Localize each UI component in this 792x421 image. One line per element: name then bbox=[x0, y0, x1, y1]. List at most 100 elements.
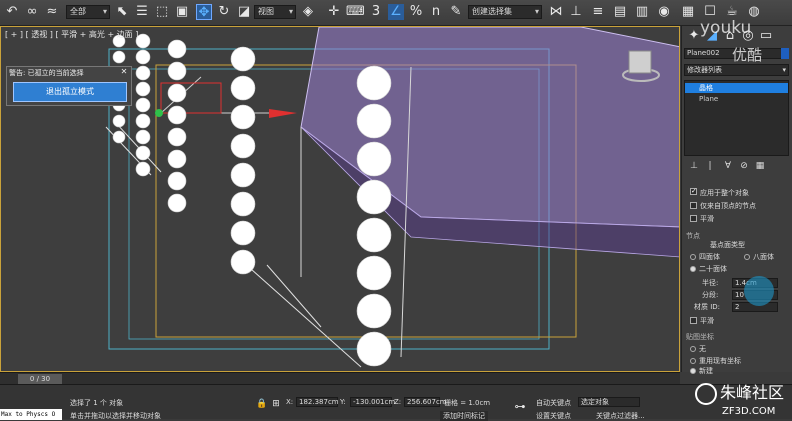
youku-watermark: youku bbox=[700, 18, 752, 38]
pin-stack-icon[interactable]: ⊥ bbox=[688, 161, 700, 173]
display-tab-icon[interactable]: ▭ bbox=[758, 28, 774, 44]
lattice-sphere bbox=[230, 162, 256, 188]
auto-key-button[interactable]: 自动关键点 bbox=[536, 398, 571, 408]
zhufeng-brand: 朱峰社区 bbox=[720, 383, 784, 402]
absolute-mode-icon[interactable]: ⊞ bbox=[270, 396, 282, 409]
schematic-view-icon[interactable]: ▥ bbox=[634, 4, 650, 20]
maxscript-listener[interactable]: Max to Physcs O bbox=[0, 409, 62, 420]
lattice-sphere bbox=[230, 75, 256, 101]
node-smooth-option[interactable]: 平滑 bbox=[690, 316, 714, 326]
rotate-icon[interactable]: ↻ bbox=[216, 4, 232, 20]
smooth-checkbox[interactable] bbox=[690, 215, 697, 222]
lattice-sphere bbox=[230, 249, 256, 275]
selection-filter-dropdown[interactable]: 全部 bbox=[66, 5, 110, 19]
spinner-snap-label: n bbox=[431, 4, 441, 19]
radius-label: 半径: bbox=[702, 279, 719, 287]
lattice-sphere bbox=[135, 49, 151, 65]
configure-sets-icon[interactable]: ▦ bbox=[754, 161, 766, 173]
map-none-option[interactable]: 无 bbox=[690, 344, 706, 354]
lattice-line bbox=[266, 264, 322, 328]
status-bar: 选择了 1 个 对象 单击并拖动以选择并移动对象 🔒 ⊞ X: 182.387c… bbox=[0, 384, 792, 421]
stack-item-lattice[interactable]: 晶格 bbox=[685, 83, 788, 93]
key-filters-button[interactable]: 关键点过滤器... bbox=[596, 411, 645, 421]
show-end-result-icon[interactable]: | bbox=[704, 161, 716, 173]
apply-all-option[interactable]: 应用于整个对象 bbox=[690, 188, 749, 198]
window-crossing-icon[interactable]: ▣ bbox=[174, 4, 190, 20]
viewport-label[interactable]: [ + ] [ 透视 ] [ 平滑 + 高光 + 边面 ] bbox=[5, 29, 138, 40]
tetra-radio[interactable] bbox=[690, 254, 696, 260]
zhufeng-site: ZF3D.COM bbox=[722, 406, 775, 417]
x-coord-field[interactable]: 182.387cm bbox=[296, 397, 339, 407]
map-new-option[interactable]: 新建 bbox=[690, 366, 713, 376]
lattice-sphere bbox=[112, 130, 126, 144]
lattice-sphere bbox=[135, 113, 151, 129]
move-icon[interactable]: ✥ bbox=[196, 4, 212, 20]
scale-icon[interactable]: ◪ bbox=[236, 4, 252, 20]
snap-toggle-icon[interactable]: 3 bbox=[368, 4, 384, 20]
object-color-swatch[interactable] bbox=[781, 48, 789, 59]
render-setup-icon[interactable]: ▦ bbox=[680, 4, 696, 20]
map-reuse-option[interactable]: 重用现有坐标 bbox=[690, 356, 741, 366]
close-icon[interactable]: ✕ bbox=[119, 67, 129, 77]
octa-option[interactable]: 八面体 bbox=[744, 252, 774, 262]
material-editor-icon[interactable]: ◉ bbox=[656, 4, 672, 20]
octa-radio[interactable] bbox=[744, 254, 750, 260]
rectangle-selection-icon[interactable]: ⬚ bbox=[154, 4, 170, 20]
map-none-radio[interactable] bbox=[690, 346, 696, 352]
key-mode-icon[interactable]: ⊶ bbox=[512, 399, 528, 415]
link-icon[interactable]: ∞ bbox=[24, 4, 40, 20]
lattice-sphere bbox=[167, 39, 187, 59]
icosa-radio[interactable] bbox=[690, 266, 696, 272]
set-key-button[interactable]: 设置关键点 bbox=[536, 411, 571, 421]
align-icon[interactable]: ⊥ bbox=[568, 4, 584, 20]
map-new-label: 新建 bbox=[699, 367, 713, 375]
timeline-slider[interactable]: 0 / 30 bbox=[0, 372, 680, 384]
apply-all-checkbox[interactable] bbox=[690, 188, 697, 195]
make-unique-icon[interactable]: ∀ bbox=[722, 161, 734, 173]
y-coord-field[interactable]: -130.001cm bbox=[350, 397, 395, 407]
named-selection-dropdown[interactable]: 创建选择集 bbox=[468, 5, 542, 19]
lattice-sphere bbox=[356, 331, 392, 367]
remove-modifier-icon[interactable]: ⊘ bbox=[738, 161, 750, 173]
joints-only-option[interactable]: 仅来自顶点的节点 bbox=[690, 201, 756, 211]
time-slider-thumb[interactable]: 0 / 30 bbox=[18, 374, 62, 384]
lattice-sphere bbox=[167, 61, 187, 81]
mirror-icon[interactable]: ⋈ bbox=[548, 4, 564, 20]
bind-space-warp-icon[interactable]: ≈ bbox=[44, 4, 60, 20]
map-none-label: 无 bbox=[699, 345, 706, 353]
edit-named-selection-icon[interactable]: ✎ bbox=[448, 4, 464, 20]
lattice-sphere bbox=[135, 145, 151, 161]
spinner-snap-icon[interactable]: n bbox=[428, 4, 444, 20]
reference-coordinate-label: 视图 bbox=[258, 7, 274, 16]
select-manipulate-icon[interactable]: ✛ bbox=[326, 4, 342, 20]
selected-object-dropdown[interactable]: 选定对象 bbox=[578, 397, 640, 407]
z-coord-field[interactable]: 256.607cm bbox=[404, 397, 447, 407]
joints-only-checkbox[interactable] bbox=[690, 202, 697, 209]
lattice-sphere bbox=[356, 141, 392, 177]
node-smooth-checkbox[interactable] bbox=[690, 317, 697, 324]
select-object-icon[interactable]: ⬉ bbox=[114, 4, 130, 20]
add-time-tag-button[interactable]: 添加时间标记 bbox=[440, 411, 488, 421]
gizmo-center bbox=[155, 109, 163, 117]
stack-item-plane[interactable]: Plane bbox=[685, 94, 788, 104]
icosa-option[interactable]: 二十面体 bbox=[690, 264, 727, 274]
keyboard-shortcut-icon[interactable]: ⌨ bbox=[346, 4, 365, 20]
undo-icon[interactable]: ↶ bbox=[4, 4, 20, 20]
smooth-option[interactable]: 平滑 bbox=[690, 214, 714, 224]
layer-manager-icon[interactable]: ≡ bbox=[590, 4, 606, 20]
lock-icon[interactable]: 🔒 bbox=[256, 396, 268, 409]
pivot-center-icon[interactable]: ◈ bbox=[300, 4, 316, 20]
lattice-sphere bbox=[356, 179, 392, 215]
map-reuse-radio[interactable] bbox=[690, 358, 696, 364]
angle-snap-icon[interactable]: ∠ bbox=[388, 4, 404, 20]
curve-editor-icon[interactable]: ▤ bbox=[612, 4, 628, 20]
select-by-name-icon[interactable]: ☰ bbox=[134, 4, 150, 20]
map-new-radio[interactable] bbox=[690, 368, 696, 374]
modifier-list-dropdown[interactable]: 修改器列表 bbox=[684, 64, 789, 76]
reference-coordinate-dropdown[interactable]: 视图 bbox=[254, 5, 296, 19]
percent-snap-icon[interactable]: % bbox=[408, 4, 424, 20]
dialog-title: 警告: 已孤立的当前选择 bbox=[9, 69, 84, 77]
segments-label: 分段: bbox=[702, 291, 719, 299]
exit-isolation-button[interactable]: 退出孤立模式 bbox=[13, 82, 127, 102]
tetra-option[interactable]: 四面体 bbox=[690, 252, 720, 262]
